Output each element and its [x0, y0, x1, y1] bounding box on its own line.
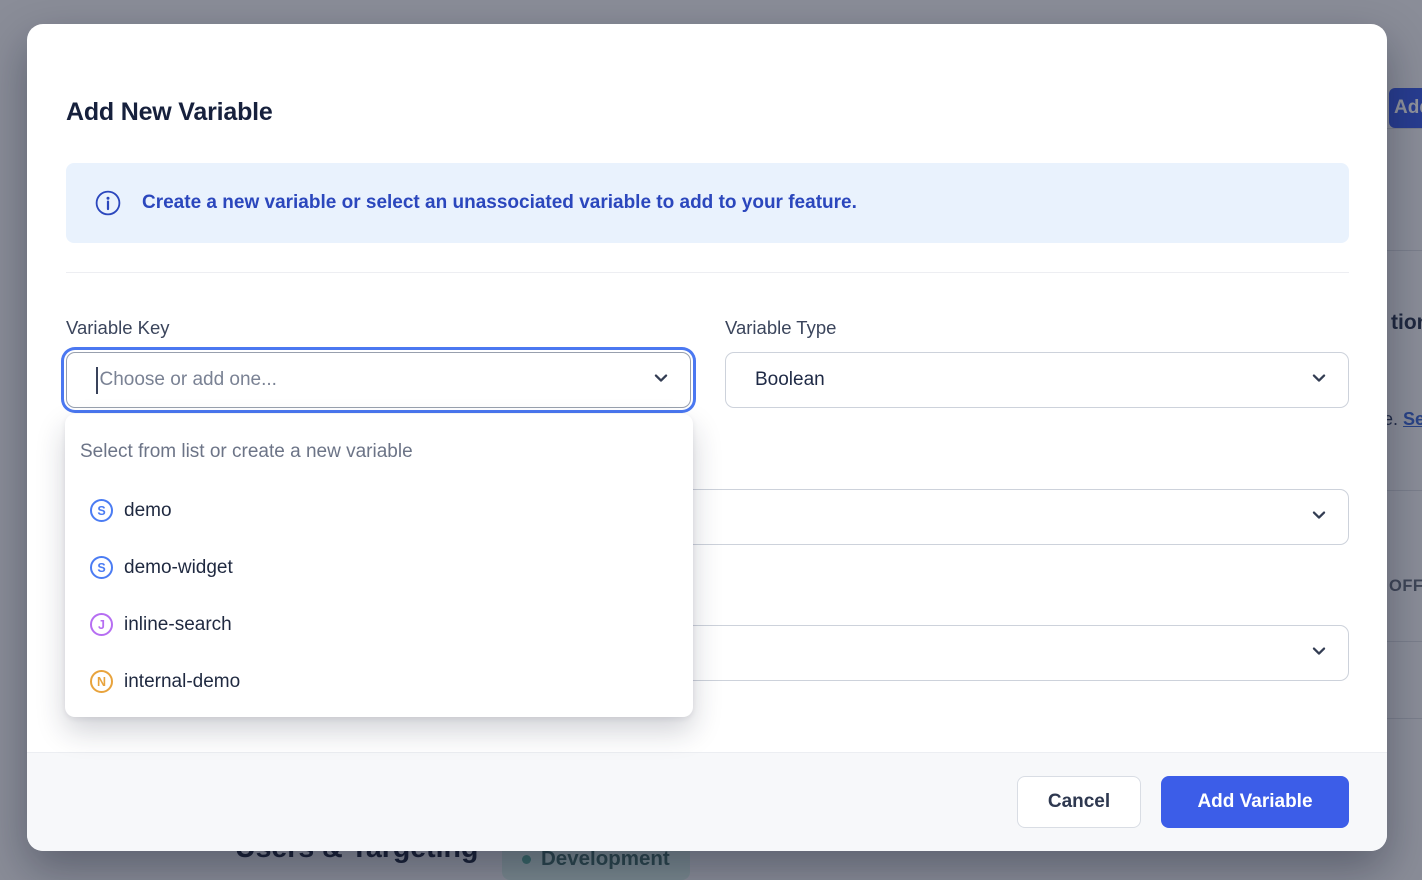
section-divider — [66, 272, 1349, 273]
dropdown-item-internal-demo[interactable]: N internal-demo — [65, 653, 693, 710]
variable-type-label: Variable Type — [725, 317, 836, 339]
string-type-icon: S — [90, 556, 113, 579]
dropdown-hint: Select from list or create a new variabl… — [80, 441, 413, 463]
variable-key-combobox[interactable]: Choose or add one... — [66, 352, 691, 408]
info-banner-text: Create a new variable or select an unass… — [142, 192, 857, 214]
chevron-down-icon — [1310, 642, 1328, 665]
dropdown-item-demo[interactable]: S demo — [65, 482, 693, 539]
add-variable-modal: Add New Variable Create a new variable o… — [27, 24, 1387, 851]
string-type-icon: S — [90, 499, 113, 522]
cancel-button[interactable]: Cancel — [1017, 776, 1141, 828]
add-variable-button[interactable]: Add Variable — [1161, 776, 1349, 828]
dropdown-item-label: demo-widget — [124, 557, 233, 579]
json-type-icon: J — [90, 613, 113, 636]
text-cursor — [96, 367, 98, 394]
chevron-down-icon — [1310, 506, 1328, 529]
variable-type-value: Boolean — [755, 369, 825, 391]
dropdown-item-label: internal-demo — [124, 671, 240, 693]
number-type-icon: N — [90, 670, 113, 693]
variable-key-dropdown: Select from list or create a new variabl… — [65, 414, 693, 717]
variable-type-select[interactable]: Boolean — [725, 352, 1349, 408]
chevron-down-icon — [1310, 369, 1328, 392]
variable-key-label: Variable Key — [66, 317, 170, 339]
dropdown-item-demo-widget[interactable]: S demo-widget — [65, 539, 693, 596]
dropdown-item-inline-search[interactable]: J inline-search — [65, 596, 693, 653]
modal-title: Add New Variable — [66, 98, 273, 127]
modal-footer: Cancel Add Variable — [27, 752, 1387, 851]
dropdown-item-list: S demo S demo-widget J inline-search N i… — [65, 482, 693, 710]
chevron-down-icon — [652, 369, 670, 392]
info-icon — [95, 190, 121, 216]
dropdown-item-label: demo — [124, 500, 172, 522]
info-banner: Create a new variable or select an unass… — [66, 163, 1349, 243]
screen: Add tion e. Se OFF Users & Targeting Dev… — [0, 0, 1422, 880]
variable-key-placeholder: Choose or add one... — [100, 369, 277, 391]
dropdown-item-label: inline-search — [124, 614, 232, 636]
